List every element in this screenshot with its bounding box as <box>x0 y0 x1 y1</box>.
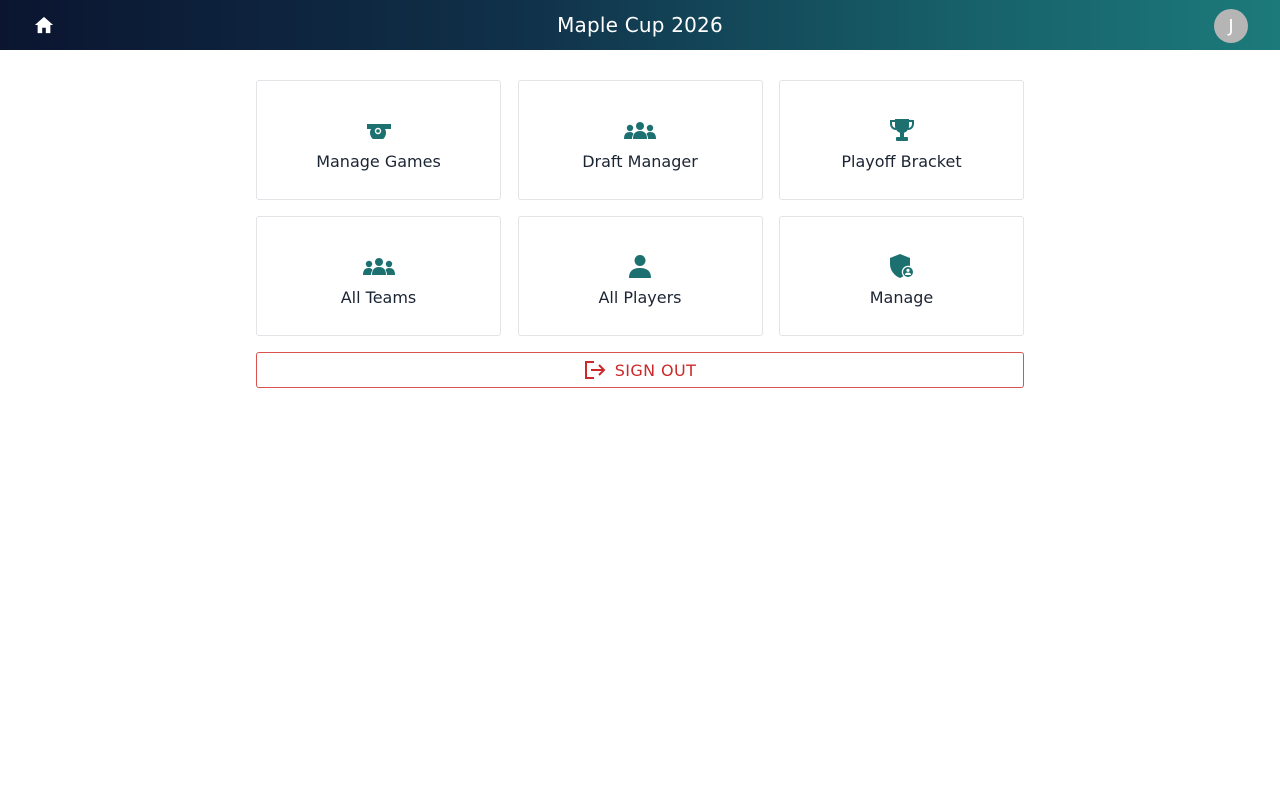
tile-draft-manager[interactable]: Draft Manager <box>517 80 763 200</box>
person-icon <box>629 255 651 278</box>
app-header: Maple Cup 2026 J <box>0 0 1280 50</box>
home-button[interactable] <box>30 12 58 38</box>
tile-all-players[interactable]: All Players <box>517 216 763 336</box>
tile-label: Manage <box>869 288 934 307</box>
home-icon <box>34 16 54 34</box>
group-icon <box>624 122 656 139</box>
group-icon <box>362 258 395 275</box>
tile-all-teams[interactable]: All Teams <box>256 216 501 336</box>
user-avatar[interactable]: J <box>1214 9 1248 43</box>
sign-out-label: SIGN OUT <box>614 360 697 380</box>
tile-label: Draft Manager <box>582 152 698 171</box>
trophy-icon <box>889 119 914 141</box>
tile-label: Playoff Bracket <box>841 152 962 171</box>
tile-manage-games[interactable]: Manage Games <box>256 80 501 200</box>
tile-manage[interactable]: Manage <box>779 216 1024 336</box>
tile-label: All Players <box>598 288 682 307</box>
tile-label: All Teams <box>340 288 417 307</box>
admin-shield-icon <box>889 254 914 279</box>
tile-label: Manage Games <box>316 152 441 171</box>
tile-playoff-bracket[interactable]: Playoff Bracket <box>779 80 1024 200</box>
sign-out-button[interactable]: SIGN OUT <box>256 352 1024 388</box>
app-title: Maple Cup 2026 <box>557 13 723 37</box>
whistle-icon <box>366 124 391 139</box>
menu-grid: Manage Games Draft Manager Playoff Brack… <box>256 80 1024 336</box>
logout-icon <box>584 361 606 379</box>
